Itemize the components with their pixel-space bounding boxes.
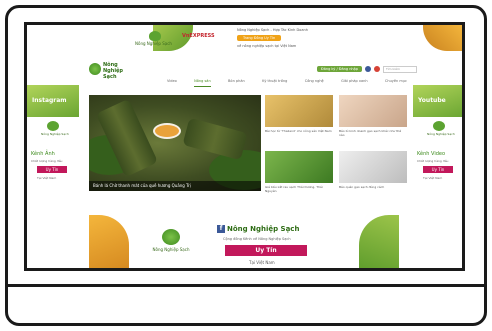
tree-icon (149, 31, 161, 41)
side-ad-subtitle: Chất lượng hàng đầu (417, 159, 449, 163)
side-ad-title: Kênh Video (417, 151, 446, 157)
article-card[interactable]: Giá bấu xắt rau sạch Thái Dương, Thái Ng… (265, 151, 333, 193)
side-ad-header: Instagram (27, 85, 79, 117)
side-ad-cta[interactable]: Uy Tín (423, 166, 453, 173)
banner-subtitle: Cộng đồng Kênh về Nông Nghiệp Sạch (223, 237, 291, 241)
banner-line: về nông nghiệp sạch tại Việt Nam (237, 44, 297, 48)
article-card[interactable]: Bảo bì kinh doanh gạo sạch khác như thế … (339, 95, 407, 137)
side-ad-footer: Tại Việt Nam (423, 176, 443, 180)
site-logo[interactable]: Nông Nghiệp Sạch (89, 61, 129, 85)
hero-image[interactable]: Bánh lá Chờ thanh mát của quê hương Quản… (89, 95, 261, 191)
tree-icon (89, 63, 101, 75)
bottom-banner-ad[interactable]: Nông Nghiệp Sạch f Nông Nghiệp Sạch Cộng … (89, 215, 399, 268)
article-title[interactable]: Bài học từ ‘Thailand’ cho nông sản Việt … (265, 129, 333, 133)
food-shape (182, 117, 248, 161)
side-ad-header: Youtube (413, 85, 462, 117)
nav-item-active[interactable]: Nông sản (194, 79, 211, 87)
article-title[interactable]: Bảo quản gạo sạch đúng cách (339, 185, 407, 189)
header-tools: Đăng ký / Đăng nhập Tìm kiếm (317, 65, 417, 73)
side-ad-footer: Tại Việt Nam (37, 176, 57, 180)
banner-cta[interactable]: Trang Đông Uy Tín (237, 35, 282, 41)
banner-text: Nông Nghiệp Sạch - Hợp Tác Kinh Doanh Tr… (237, 28, 357, 51)
tree-icon (47, 121, 59, 131)
right-side-ad[interactable]: Youtube Nông Nghiệp Sạch Kênh Video Chất… (413, 85, 462, 215)
leaf-decoration (423, 25, 462, 51)
leaf-decoration (359, 215, 399, 268)
nav-item[interactable]: Công nghệ (305, 79, 324, 87)
banner-logo: Nông Nghiệp Sạch (149, 229, 193, 261)
nav-item[interactable]: Kỹ thuật trồng (262, 79, 287, 87)
banner-logo: Nông Nghiệp Sạch (135, 31, 177, 47)
side-brand-text: Nông Nghiệp Sạch (427, 132, 455, 136)
side-ad-title: Kênh Ảnh (31, 151, 55, 157)
tree-icon (433, 121, 445, 131)
article-card[interactable]: Bài học từ ‘Thailand’ cho nông sản Việt … (265, 95, 333, 133)
frame-divider (5, 284, 487, 287)
youtube-label: Youtube (418, 97, 446, 104)
login-button[interactable]: Đăng ký / Đăng nhập (317, 66, 362, 72)
search-input[interactable]: Tìm kiếm (383, 65, 417, 73)
article-thumbnail[interactable] (339, 151, 407, 183)
banner-brand-text: Nông Nghiệp Sạch (135, 41, 172, 46)
bowl-shape (153, 123, 181, 139)
nav-item[interactable]: Video (167, 79, 177, 87)
side-ad-logo: Nông Nghiệp Sạch (41, 121, 69, 143)
partner-logo: VnEXPRESS (182, 33, 215, 39)
banner-footer: Tại Việt Nam (249, 260, 275, 265)
youtube-icon[interactable] (374, 66, 380, 72)
nav-item[interactable]: Giải pháp xanh (341, 79, 368, 87)
tree-icon (162, 229, 180, 245)
banner-brand-text: Nông Nghiệp Sạch (152, 247, 190, 252)
side-ad-subtitle: Chất lượng hàng đầu (31, 159, 63, 163)
hero-caption[interactable]: Bánh lá Chờ thanh mát của quê hương Quản… (89, 181, 261, 191)
article-thumbnail[interactable] (265, 151, 333, 183)
banner-title: f Nông Nghiệp Sạch (217, 225, 299, 233)
side-ad-cta[interactable]: Uy Tín (37, 166, 67, 173)
article-title[interactable]: Giá bấu xắt rau sạch Thái Dương, Thái Ng… (265, 185, 333, 193)
facebook-icon[interactable] (365, 66, 371, 72)
main-nav: Video Nông sản Bón phân Kỹ thuật trồng C… (167, 79, 407, 87)
nav-item[interactable]: Bón phân (228, 79, 245, 87)
facebook-icon: f (217, 225, 225, 233)
article-thumbnail[interactable] (339, 95, 407, 127)
banner-title-text: Nông Nghiệp Sạch (227, 225, 300, 233)
banner-line: Nông Nghiệp Sạch - Hợp Tác Kinh Doanh (237, 28, 308, 32)
instagram-label: Instagram (32, 97, 67, 104)
side-brand-text: Nông Nghiệp Sạch (41, 132, 69, 136)
article-thumbnail[interactable] (265, 95, 333, 127)
logo-text: Nông Nghiệp Sạch (103, 62, 124, 80)
banner-cta-button[interactable]: Uy Tín (225, 245, 307, 256)
browser-screen: Nông Nghiệp Sạch VnEXPRESS Nông Nghiệp S… (24, 22, 465, 271)
nav-item[interactable]: Chuyên mục (385, 79, 407, 87)
left-side-ad[interactable]: Instagram Nông Nghiệp Sạch Kênh Ảnh Chất… (27, 85, 79, 215)
article-title[interactable]: Bảo bì kinh doanh gạo sạch khác như thế … (339, 129, 407, 137)
leaf-decoration (89, 215, 129, 268)
article-card[interactable]: Bảo quản gạo sạch đúng cách (339, 151, 407, 189)
side-ad-logo: Nông Nghiệp Sạch (427, 121, 455, 143)
